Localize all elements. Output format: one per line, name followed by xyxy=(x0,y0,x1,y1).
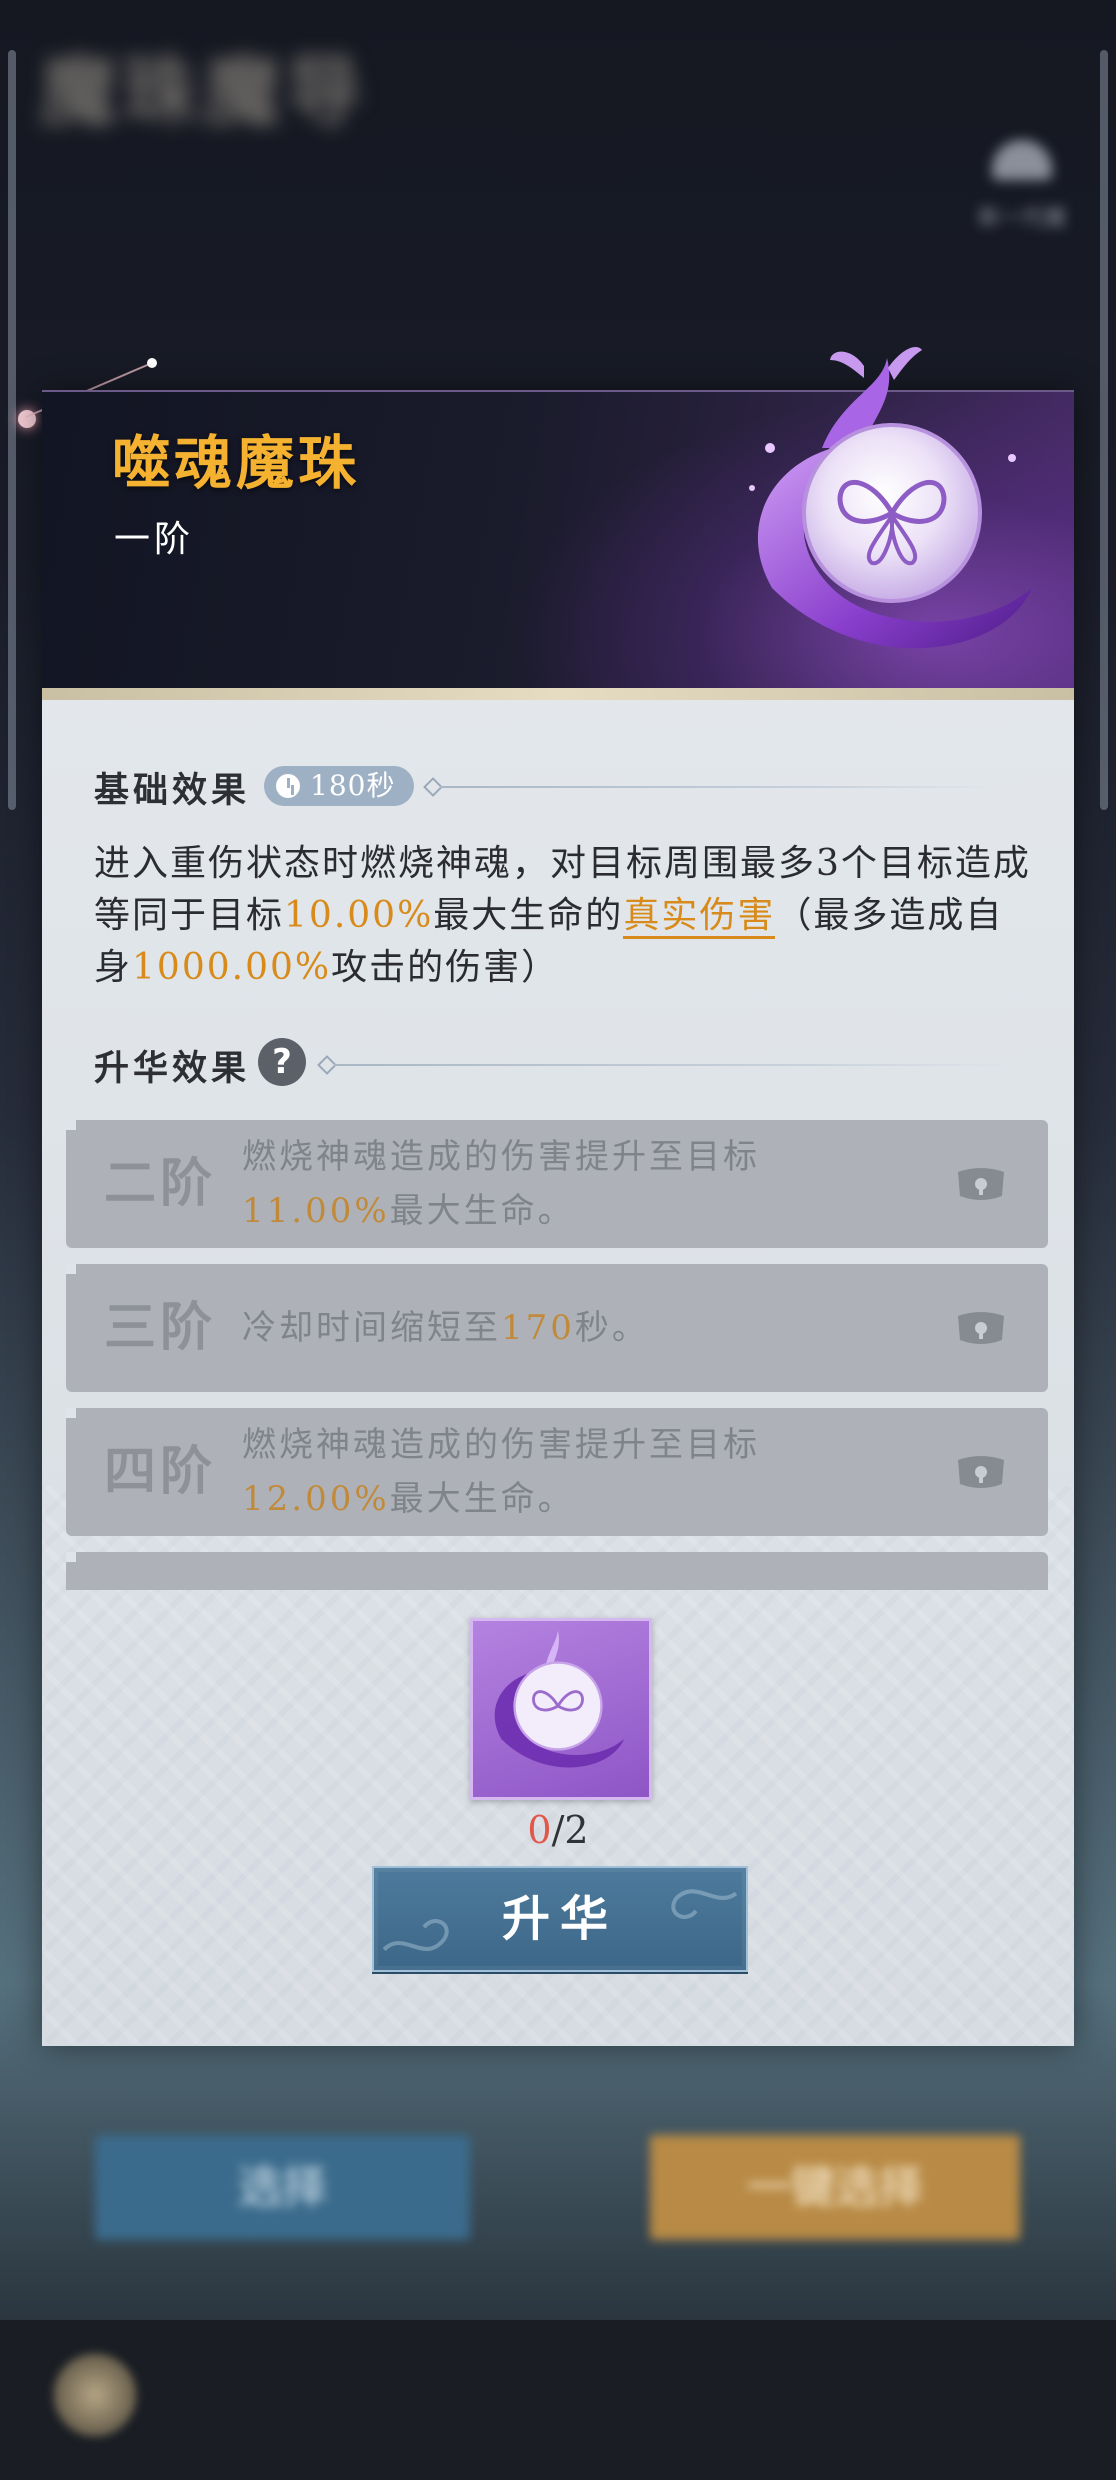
cooldown-badge: 180秒 xyxy=(264,766,414,806)
background-quick-select-button: 一键选择 xyxy=(650,2135,1020,2240)
tier-description: 燃烧神魂造成的伤害提升至目标 12.00%最大生命。 xyxy=(242,1418,760,1526)
cloud-pattern-icon xyxy=(671,1889,738,1919)
background-emblem-label: 新一代魔 xyxy=(977,206,1066,231)
tier-name: 二阶 xyxy=(104,1153,217,1214)
lock-icon xyxy=(958,1456,1004,1488)
tier-text: 秒。 xyxy=(574,1308,649,1348)
material-slot[interactable] xyxy=(470,1618,652,1800)
tier-text: 燃烧神魂造成的伤害提升至目标 xyxy=(242,1137,760,1177)
tier-text: 燃烧神魂造成的伤害提升至目标 xyxy=(242,1425,760,1465)
help-icon[interactable]: ? xyxy=(258,1038,306,1086)
tier-row: 四阶 燃烧神魂造成的伤害提升至目标 12.00%最大生命。 xyxy=(66,1408,1048,1536)
section-divider xyxy=(440,786,1000,788)
background-bottom-bar xyxy=(0,2320,1116,2480)
tier-row: 三阶 冷却时间缩短至170秒。 xyxy=(66,1264,1048,1392)
base-effect-label: 基础效果 xyxy=(94,770,251,811)
ascend-tier-list[interactable]: 二阶 燃烧神魂造成的伤害提升至目标 11.00%最大生命。 三阶 冷却时间缩短至… xyxy=(66,1120,1048,1590)
base-effect-description: 进入重伤状态时燃烧神魂，对目标周围最多3个目标造成等同于目标10.00%最大生命… xyxy=(94,838,1039,994)
background-emblem: 新一代魔 xyxy=(952,140,1092,250)
tier-value: 170 xyxy=(501,1308,575,1348)
tier-row-partial xyxy=(66,1552,1048,1590)
background-scroll-edge-right xyxy=(1100,50,1108,810)
tier-row: 二阶 燃烧神魂造成的伤害提升至目标 11.00%最大生命。 xyxy=(66,1120,1048,1248)
tier-text: 最大生命。 xyxy=(389,1479,575,1519)
material-required: 2 xyxy=(564,1808,589,1852)
material-separator: / xyxy=(551,1808,565,1852)
desc-text: 最大生命的 xyxy=(433,895,624,936)
desc-text: 攻击的伤害） xyxy=(331,947,560,988)
desc-value-attack: 1000.00% xyxy=(132,947,332,988)
material-count: 0/2 xyxy=(470,1808,646,1852)
cooldown-value: 180秒 xyxy=(310,769,396,802)
true-damage-link[interactable]: 真实伤害 xyxy=(623,895,776,939)
tier-description: 冷却时间缩短至170秒。 xyxy=(242,1301,649,1355)
background-select-button: 选择 xyxy=(95,2135,470,2240)
tier-description: 燃烧神魂造成的伤害提升至目标 11.00%最大生命。 xyxy=(242,1130,760,1238)
butterfly-orb-icon xyxy=(494,1630,625,1768)
item-detail-panel: 噬魂魔珠 一阶 基础效果 180秒 进入重伤状态时燃烧神魂，对目标周围最多3个目… xyxy=(42,347,1074,2046)
cloud-pattern-icon xyxy=(382,1919,449,1952)
ascend-button-label: 升华 xyxy=(501,1891,618,1947)
back-icon[interactable] xyxy=(50,2350,140,2440)
item-name: 噬魂魔珠 xyxy=(112,429,361,497)
background-scroll-edge-left xyxy=(8,50,16,810)
lock-icon xyxy=(958,1312,1004,1344)
tier-text: 最大生命。 xyxy=(389,1191,575,1231)
butterfly-orb-icon xyxy=(749,347,1032,649)
section-divider xyxy=(334,1064,1014,1066)
clock-icon xyxy=(276,774,300,798)
item-rank: 一阶 xyxy=(114,519,195,560)
ascend-button[interactable]: 升华 xyxy=(372,1866,748,1972)
tier-value: 12.00% xyxy=(242,1479,390,1519)
tier-name: 四阶 xyxy=(104,1441,217,1502)
tier-value: 11.00% xyxy=(242,1191,390,1231)
ascend-effect-label: 升华效果 xyxy=(94,1048,251,1089)
material-current: 0 xyxy=(527,1808,552,1852)
lock-icon xyxy=(958,1168,1004,1200)
desc-value-percent: 10.00% xyxy=(284,895,434,936)
tier-text: 冷却时间缩短至 xyxy=(242,1308,501,1348)
tier-name: 三阶 xyxy=(104,1297,217,1358)
background-title: 魔珠魔导 xyxy=(40,47,368,136)
